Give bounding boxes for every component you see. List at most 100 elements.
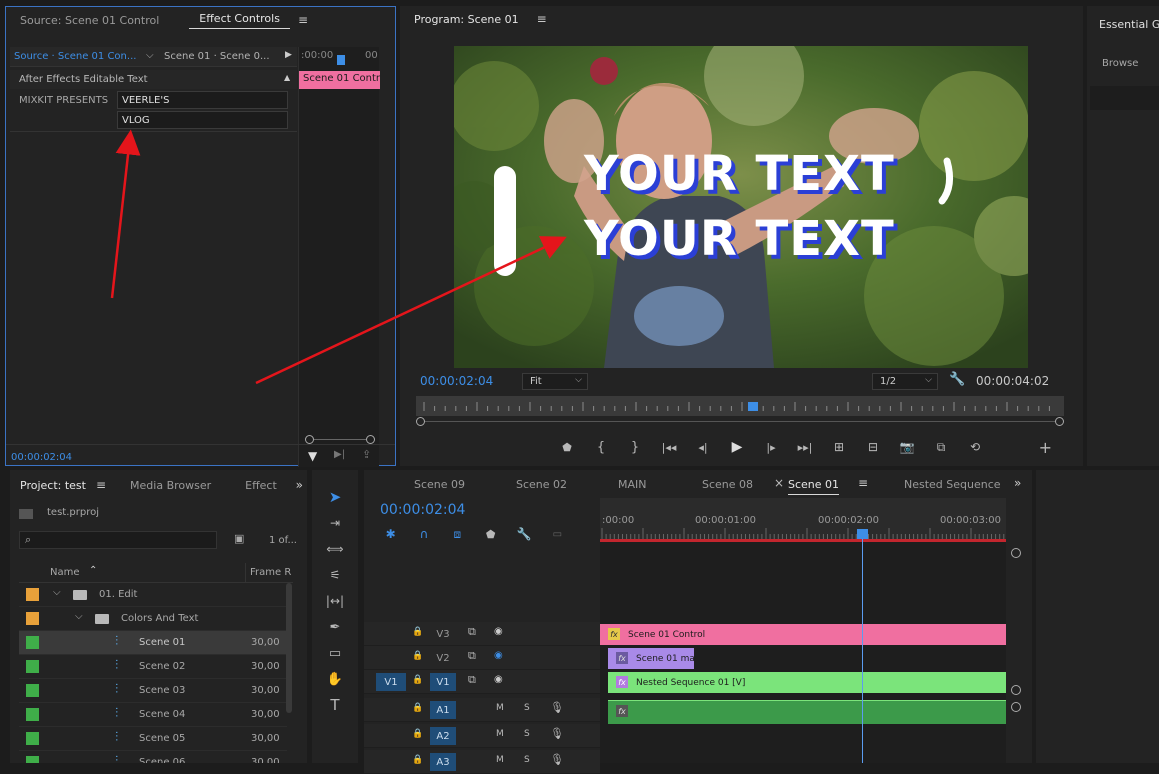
project-list-item[interactable]: ⫶ Scene 01 30,00 [19,631,287,655]
chevron-down-icon[interactable]: ⌵ [53,587,61,598]
new-bin-from-search-icon[interactable]: ▣ [234,532,244,545]
overlay-text-line2[interactable]: YOUR TEXT [584,211,895,267]
chevron-down-icon[interactable]: ⌵ [75,611,83,622]
program-video-frame[interactable]: YOUR TEXT YOUR TEXT [454,46,1028,368]
label-color-swatch[interactable] [26,660,39,673]
go-to-in-icon[interactable]: |◂◂ [652,441,686,454]
column-name[interactable]: Name [50,567,80,578]
lock-icon[interactable]: 🔒 [412,755,423,765]
clip-scene01-control[interactable]: fx Scene 01 Control [600,624,1006,645]
toggle-sync-lock-icon[interactable]: ⧉ [468,649,476,663]
mute-button[interactable]: M [496,729,504,739]
add-marker-icon[interactable]: ⬟ [550,441,584,454]
browse-tab[interactable]: Browse [1102,58,1138,69]
label-color-swatch[interactable] [26,732,39,745]
lock-icon[interactable]: 🔒 [412,675,423,685]
lock-icon[interactable]: 🔒 [412,703,423,713]
selection-tool-icon[interactable]: ➤ [329,484,342,510]
tab-project[interactable]: Project: test [10,479,96,492]
project-scrollbar[interactable] [286,583,292,713]
project-list-item[interactable]: ⫶ Scene 04 30,00 [19,703,287,727]
toggle-sync-lock-icon[interactable]: ⧉ [468,625,476,639]
panel-menu-icon[interactable]: ≡ [858,476,868,490]
captions-icon[interactable]: ▭ [541,529,574,540]
type-tool-icon[interactable]: T [330,692,339,718]
project-list-item[interactable]: ⫶ Scene 06 30,00 [19,751,287,763]
microphone-icon[interactable]: 🎙 [550,753,564,766]
clip-scene01-ma[interactable]: fx Scene 01 ma [608,648,694,669]
column-frame-rate[interactable]: Frame R [250,567,291,578]
label-color-swatch[interactable] [26,708,39,721]
hand-tool-icon[interactable]: ✋ [327,666,343,692]
track-target[interactable]: V2 [430,649,456,667]
step-forward-icon[interactable]: |▸ [754,441,788,454]
timeline-playhead-line[interactable] [862,530,863,763]
more-tabs-icon[interactable]: » [1014,476,1021,490]
timeline-tab[interactable]: MAIN [618,478,647,491]
program-playhead[interactable] [747,402,758,411]
track-target[interactable]: A2 [430,727,456,745]
track-header[interactable]: 🔒 V3 ⧉ ◉ [364,622,600,646]
mark-out-icon[interactable]: } [618,440,652,455]
close-icon[interactable]: × [774,476,784,490]
step-back-icon[interactable]: ◂| [686,441,720,454]
vertical-scroll-mid[interactable] [1011,685,1021,695]
track-header[interactable]: 🔒 A3 M S 🎙 [364,750,600,774]
sequence-clip-label[interactable]: Scene 01 · Scene 0... [164,51,270,62]
nest-toggle-icon[interactable]: ✱ [374,527,407,541]
program-timecode[interactable]: 00:00:02:04 [420,374,493,388]
mini-playhead[interactable] [337,55,345,65]
timeline-tab[interactable]: Nested Sequence [904,478,1001,491]
track-header[interactable]: 🔒 A1 M S 🎙 [364,698,600,722]
lock-icon[interactable]: 🔒 [412,627,423,637]
vr-video-icon[interactable]: ⟲ [958,440,992,454]
pen-tool-icon[interactable]: ✒ [330,614,341,640]
overlay-text-line1[interactable]: YOUR TEXT [584,146,895,202]
project-list-item[interactable]: ⫶ Scene 05 30,00 [19,727,287,751]
track-target[interactable]: V1 [430,673,456,691]
timeline-tab[interactable]: Scene 09 [414,478,465,491]
rectangle-tool-icon[interactable]: ▭ [329,640,341,666]
label-color-swatch[interactable] [26,588,39,601]
tab-effect-controls[interactable]: Effect Controls [189,12,290,29]
extract-icon[interactable]: ⊟ [856,440,890,454]
program-scrub-bar[interactable] [416,396,1064,416]
project-list-item[interactable]: ⫶ Scene 03 30,00 [19,679,287,703]
timeline-tab[interactable]: Scene 01 [788,478,840,495]
microphone-icon[interactable]: 🎙 [550,701,564,714]
track-select-tool-icon[interactable]: ⇥ [330,510,340,536]
text-field-vlog[interactable]: VLOG [117,111,288,129]
tab-media-browser[interactable]: Media Browser [120,479,221,492]
tab-effects[interactable]: Effect [235,479,287,492]
track-header[interactable]: V1 🔒 V1 ⧉ ◉ [364,670,600,694]
vertical-scroll-bot[interactable] [1011,702,1021,712]
eye-icon[interactable]: ◉ [494,650,503,661]
slip-tool-icon[interactable]: |↔| [326,588,344,614]
mini-clip-bar[interactable]: Scene 01 Contr [299,71,380,89]
program-title[interactable]: Program: Scene 01 [404,13,529,26]
comparison-view-icon[interactable]: ⧉ [924,440,958,455]
go-to-out-icon[interactable]: ▸▸| [788,441,822,454]
label-color-swatch[interactable] [26,612,39,625]
eye-icon[interactable]: ◉ [494,626,503,637]
solo-button[interactable]: S [524,755,530,765]
razor-tool-icon[interactable]: ⚟ [330,562,341,588]
vertical-scroll-top[interactable] [1011,548,1021,558]
snap-icon[interactable]: ∩ [407,527,440,541]
zoom-select[interactable]: Fit ⌵ [522,373,588,390]
eye-icon[interactable]: ◉ [494,674,503,685]
timeline-tab[interactable]: Scene 08 [702,478,753,491]
resolution-select[interactable]: 1/2 ⌵ [872,373,938,390]
filter-icon[interactable]: ▼ [308,449,317,463]
wrench-icon[interactable]: 🔧 [507,527,540,541]
label-color-swatch[interactable] [26,756,39,763]
lock-icon[interactable]: 🔒 [412,729,423,739]
mute-button[interactable]: M [496,703,504,713]
track-header[interactable]: 🔒 A2 M S 🎙 [364,724,600,748]
track-header[interactable]: 🔒 V2 ⧉ ◉ [364,646,600,670]
sort-asc-icon[interactable]: ⌃ [89,565,97,576]
lift-icon[interactable]: ⊞ [822,440,856,454]
tab-source[interactable]: Source: Scene 01 Control [10,14,169,27]
panel-menu-icon[interactable]: ≡ [537,12,547,26]
timeline-tab[interactable]: Scene 02 [516,478,567,491]
